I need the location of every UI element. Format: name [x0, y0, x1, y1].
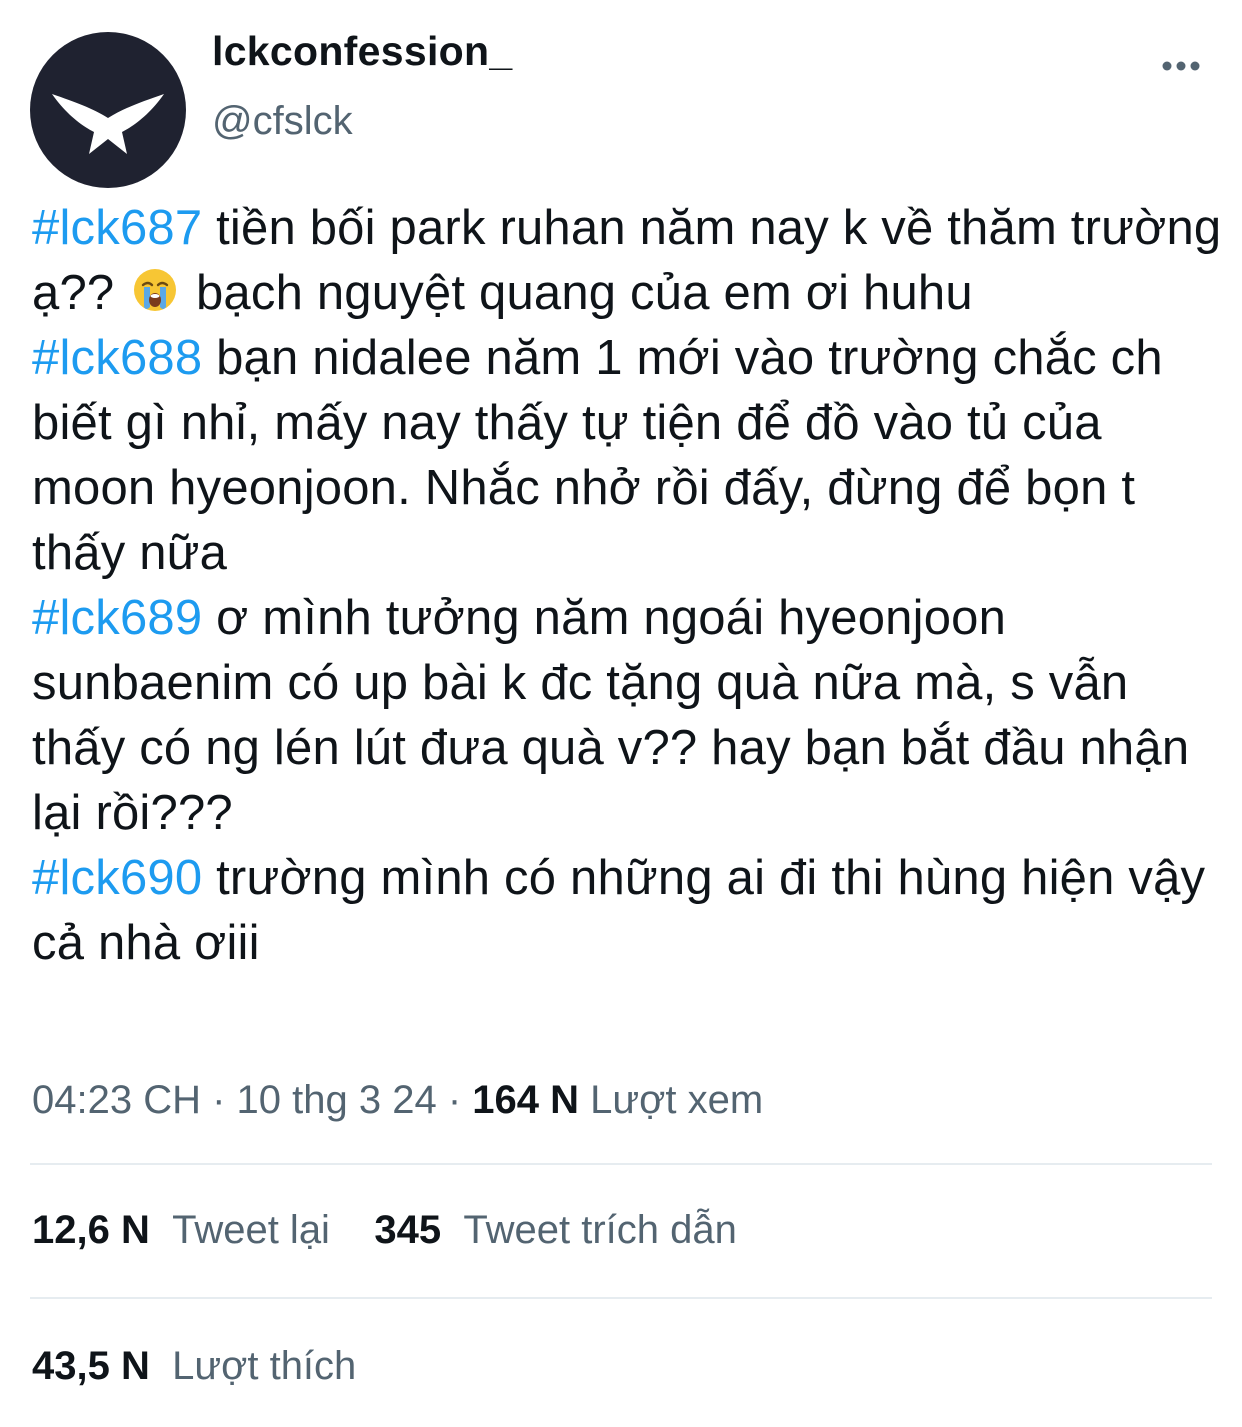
- quotes-label: Tweet trích dẫn: [463, 1208, 737, 1252]
- quotes-count: 345: [374, 1208, 442, 1252]
- tweet-text-segment: bạch nguyệt quang của em ơi huhu: [182, 266, 973, 320]
- loudly-crying-face-emoji: [134, 269, 177, 311]
- author-name[interactable]: lckconfession_: [212, 28, 512, 75]
- meta-separator: ·: [436, 1078, 473, 1122]
- divider: [30, 1163, 1212, 1165]
- tweet-date[interactable]: 10 thg 3 24: [237, 1078, 437, 1122]
- retweets-stat[interactable]: 12,6 N Tweet lại: [32, 1208, 330, 1252]
- likes-count: 43,5 N: [32, 1344, 150, 1388]
- views-label: Lượt xem: [579, 1078, 764, 1122]
- tweet-text: #lck687 tiền bối park ruhan năm nay k về…: [32, 196, 1227, 976]
- tweet-text-segment: bạn nidalee năm 1 mới vào trường chắc ch…: [32, 331, 1163, 580]
- tweet-paragraph: #lck689 ơ mình tưởng năm ngoái hyeonjoon…: [32, 586, 1227, 846]
- tweet-paragraph: #lck687 tiền bối park ruhan năm nay k về…: [32, 196, 1227, 326]
- tweet-text-segment: trường mình có những ai đi thi hùng hiện…: [32, 851, 1206, 970]
- hashtag-link[interactable]: #lck687: [32, 201, 202, 255]
- hashtag-link[interactable]: #lck690: [32, 851, 202, 905]
- author-handle[interactable]: @cfslck: [212, 99, 353, 144]
- views-count: 164 N: [472, 1078, 580, 1122]
- hashtag-link[interactable]: #lck688: [32, 331, 202, 385]
- retweets-label: Tweet lại: [172, 1208, 330, 1252]
- engagement-stats-row: 12,6 N Tweet lại 345 Tweet trích dẫn: [32, 1208, 737, 1253]
- more-options-button[interactable]: [1150, 46, 1212, 86]
- tweet-meta: 04:23 CH · 10 thg 3 24 · 164 N Lượt xem: [32, 1078, 763, 1123]
- quotes-stat[interactable]: 345 Tweet trích dẫn: [374, 1208, 736, 1252]
- likes-stat[interactable]: 43,5 N Lượt thích: [32, 1344, 356, 1388]
- tweet-detail: lckconfession_ @cfslck #lck687 tiền bối …: [0, 0, 1242, 1427]
- more-options-icon: [1162, 61, 1200, 71]
- hashtag-link[interactable]: #lck689: [32, 591, 202, 645]
- likes-stats-row: 43,5 N Lượt thích: [32, 1344, 356, 1389]
- retweets-count: 12,6 N: [32, 1208, 150, 1252]
- tweet-text-segment: ơ mình tưởng năm ngoái hyeonjoon sunbaen…: [32, 591, 1190, 840]
- meta-separator: ·: [200, 1078, 237, 1122]
- likes-label: Lượt thích: [172, 1344, 357, 1388]
- bird-logo-icon: [52, 94, 164, 154]
- avatar[interactable]: [30, 32, 186, 188]
- tweet-paragraph: #lck688 bạn nidalee năm 1 mới vào trường…: [32, 326, 1227, 586]
- divider: [30, 1297, 1212, 1299]
- tweet-time[interactable]: 04:23 CH: [32, 1078, 201, 1122]
- tweet-paragraph: #lck690 trường mình có những ai đi thi h…: [32, 846, 1227, 976]
